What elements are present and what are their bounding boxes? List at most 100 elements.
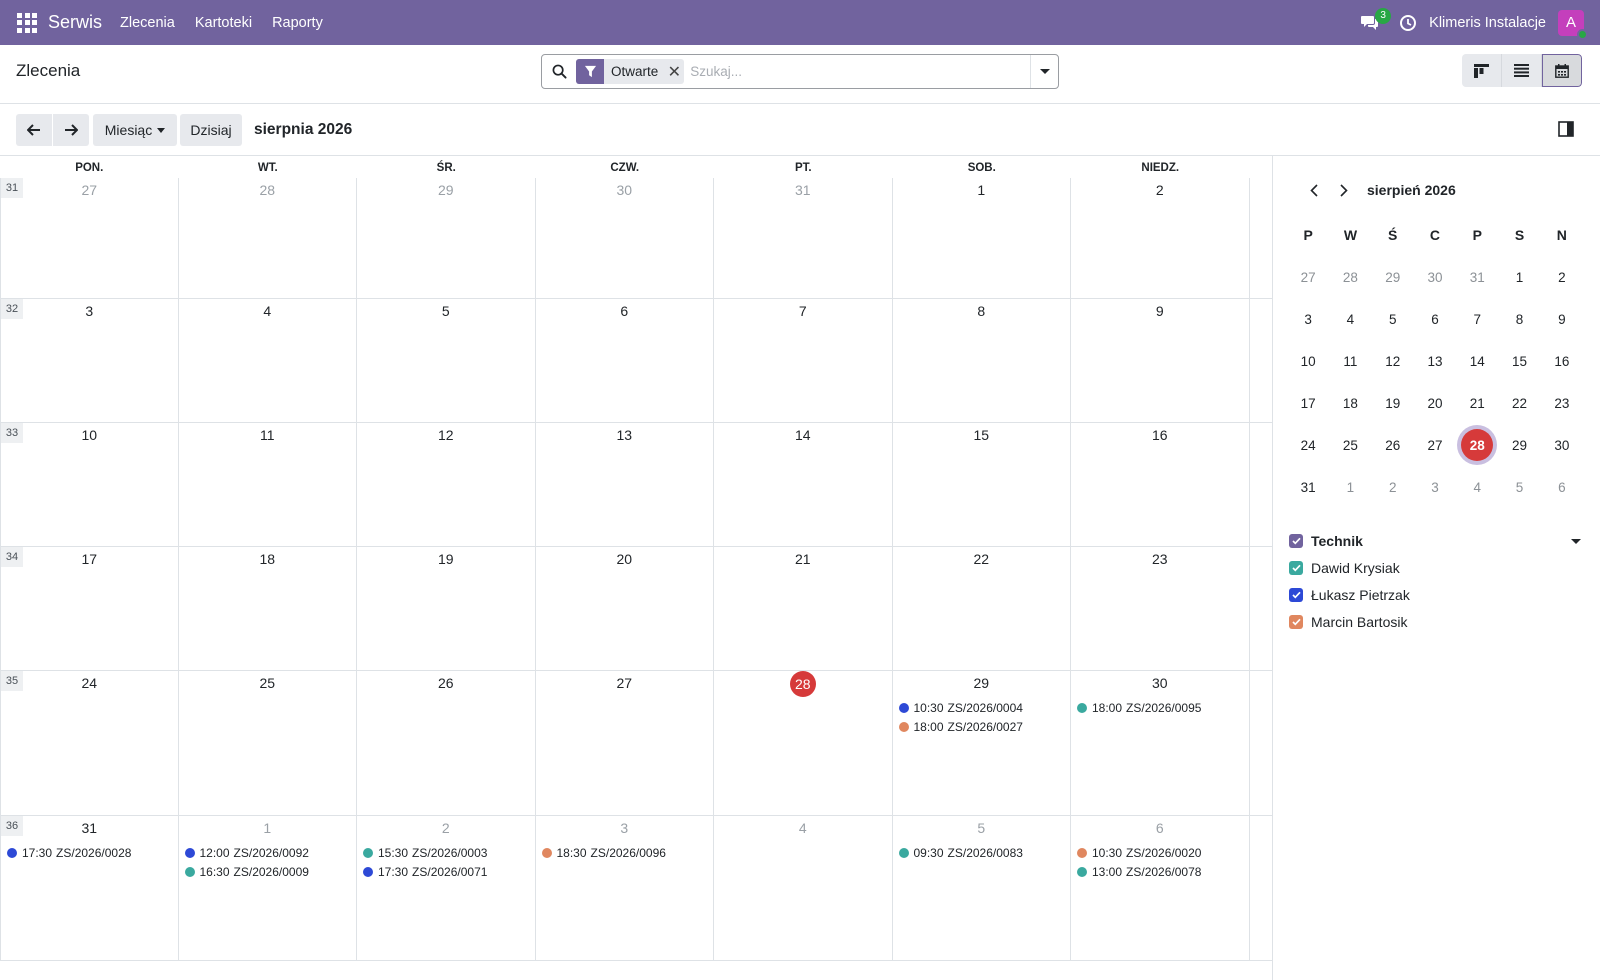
day-cell[interactable]: 29 [357, 178, 536, 298]
day-cell[interactable]: 9 [1071, 299, 1250, 422]
mini-day[interactable]: 8 [1498, 298, 1540, 340]
day-cell[interactable]: 23 [1071, 547, 1250, 670]
day-cell[interactable]: 30 18:00 ZS/2026/0095 [1071, 671, 1250, 815]
search-input[interactable] [690, 56, 1030, 87]
mini-day[interactable]: 31 [1287, 466, 1329, 508]
day-cell[interactable]: 20 [536, 547, 714, 670]
mini-day[interactable]: 31 [1456, 256, 1498, 298]
company-name[interactable]: Klimeris Instalacje [1429, 15, 1546, 31]
day-cell[interactable]: 3 18:30 ZS/2026/0096 [536, 816, 714, 960]
user-avatar[interactable]: A [1558, 9, 1588, 40]
search-options-toggle[interactable] [1030, 55, 1058, 88]
menu-zlecenia[interactable]: Zlecenia [120, 15, 175, 31]
mini-day[interactable]: 2 [1372, 466, 1414, 508]
calendar-event[interactable]: 12:00 ZS/2026/0092 [184, 844, 353, 863]
list-view-button[interactable] [1502, 54, 1542, 87]
facet-remove-icon[interactable]: ✕ [664, 59, 684, 84]
mini-day[interactable]: 23 [1541, 382, 1583, 424]
calendar-event[interactable]: 18:00 ZS/2026/0095 [1077, 699, 1245, 718]
day-cell[interactable]: 2 15:30 ZS/2026/0003 17:30 ZS/2026/0071 [357, 816, 536, 960]
sidebar-toggle-icon[interactable] [1558, 121, 1574, 137]
mini-day[interactable]: 1 [1498, 256, 1540, 298]
day-cell[interactable]: 30 [536, 178, 714, 298]
day-cell[interactable]: 5 [357, 299, 536, 422]
filter-group-checkbox[interactable] [1289, 534, 1303, 548]
day-cell[interactable]: 31 36 17:30 ZS/2026/0028 [0, 816, 179, 960]
menu-kartoteki[interactable]: Kartoteki [195, 15, 252, 31]
filter-checkbox[interactable] [1289, 560, 1303, 575]
filter-item-marcin[interactable]: Marcin Bartosik [1289, 608, 1585, 635]
mini-day[interactable]: 4 [1456, 466, 1498, 508]
day-cell[interactable]: 11 [179, 423, 357, 546]
mini-day[interactable]: 26 [1372, 424, 1414, 466]
day-cell[interactable]: 12 [357, 423, 536, 546]
apps-menu-icon[interactable] [16, 12, 38, 34]
mini-day[interactable]: 3 [1414, 466, 1456, 508]
mini-day[interactable]: 11 [1329, 340, 1371, 382]
day-cell[interactable]: 2 [1071, 178, 1250, 298]
mini-day[interactable]: 30 [1541, 424, 1583, 466]
collapse-caret-icon[interactable] [1571, 538, 1581, 544]
mini-day[interactable]: 14 [1456, 340, 1498, 382]
mini-day[interactable]: 17 [1287, 382, 1329, 424]
mini-day[interactable]: 19 [1372, 382, 1414, 424]
mini-day[interactable]: 3 [1287, 298, 1329, 340]
day-cell[interactable]: 16 [1071, 423, 1250, 546]
calendar-event[interactable]: 10:30 ZS/2026/0004 [898, 699, 1067, 718]
calendar-event[interactable]: 18:30 ZS/2026/0096 [541, 844, 710, 863]
previous-period-button[interactable] [16, 114, 52, 146]
day-cell[interactable]: 25 [179, 671, 357, 815]
calendar-event[interactable]: 18:00 ZS/2026/0027 [898, 718, 1067, 737]
mini-day[interactable]: 4 [1329, 298, 1371, 340]
mini-day[interactable]: 21 [1456, 382, 1498, 424]
day-cell[interactable]: 28 [714, 671, 893, 815]
mini-day[interactable]: 25 [1329, 424, 1371, 466]
activities-button[interactable] [1397, 12, 1419, 34]
mini-day[interactable]: 6 [1541, 466, 1583, 508]
calendar-event[interactable]: 15:30 ZS/2026/0003 [363, 844, 531, 863]
calendar-event[interactable]: 10:30 ZS/2026/0020 [1077, 844, 1245, 863]
day-cell[interactable]: 24 35 [0, 671, 179, 815]
day-cell[interactable]: 3 32 [0, 299, 179, 422]
mini-day[interactable]: 12 [1372, 340, 1414, 382]
day-cell[interactable]: 14 [714, 423, 893, 546]
mini-day[interactable]: 9 [1541, 298, 1583, 340]
calendar-event[interactable]: 17:30 ZS/2026/0028 [7, 844, 174, 863]
filter-checkbox[interactable] [1289, 587, 1303, 602]
app-brand[interactable]: Serwis [48, 12, 102, 33]
mini-day[interactable]: 20 [1414, 382, 1456, 424]
day-cell[interactable]: 8 [893, 299, 1071, 422]
today-button[interactable]: Dzisiaj [180, 114, 242, 146]
day-cell[interactable]: 1 [893, 178, 1071, 298]
day-cell[interactable]: 26 [357, 671, 536, 815]
filter-item-lukasz[interactable]: Łukasz Pietrzak [1289, 581, 1585, 608]
day-cell[interactable]: 18 [179, 547, 357, 670]
day-cell[interactable]: 7 [714, 299, 893, 422]
filter-item-dawid[interactable]: Dawid Krysiak [1289, 554, 1585, 581]
next-period-button[interactable] [53, 114, 89, 146]
mini-today[interactable]: 28 [1461, 429, 1494, 461]
day-cell[interactable]: 10 33 [0, 423, 179, 546]
mini-day[interactable]: 2 [1541, 256, 1583, 298]
messages-button[interactable]: 3 [1357, 7, 1392, 36]
calendar-event[interactable]: 17:30 ZS/2026/0071 [363, 863, 531, 882]
mini-day[interactable]: 13 [1414, 340, 1456, 382]
day-cell[interactable]: 29 10:30 ZS/2026/0004 18:00 ZS/2026/0027 [893, 671, 1071, 815]
day-cell[interactable]: 15 [893, 423, 1071, 546]
mini-day[interactable]: 27 [1287, 256, 1329, 298]
mini-day[interactable]: 15 [1498, 340, 1540, 382]
calendar-event[interactable]: 09:30 ZS/2026/0083 [898, 844, 1067, 863]
mini-day[interactable]: 29 [1372, 256, 1414, 298]
day-cell[interactable]: 17 34 [0, 547, 179, 670]
day-cell[interactable]: 13 [536, 423, 714, 546]
day-cell[interactable]: 21 [714, 547, 893, 670]
menu-raporty[interactable]: Raporty [272, 15, 323, 31]
mini-day[interactable]: 22 [1498, 382, 1540, 424]
day-cell[interactable]: 27 31 [0, 178, 179, 298]
kanban-view-button[interactable] [1462, 54, 1502, 87]
mini-day[interactable]: 5 [1372, 298, 1414, 340]
day-cell[interactable]: 4 [179, 299, 357, 422]
filter-checkbox[interactable] [1289, 614, 1303, 629]
search-icon[interactable] [542, 64, 576, 79]
day-cell[interactable]: 22 [893, 547, 1071, 670]
